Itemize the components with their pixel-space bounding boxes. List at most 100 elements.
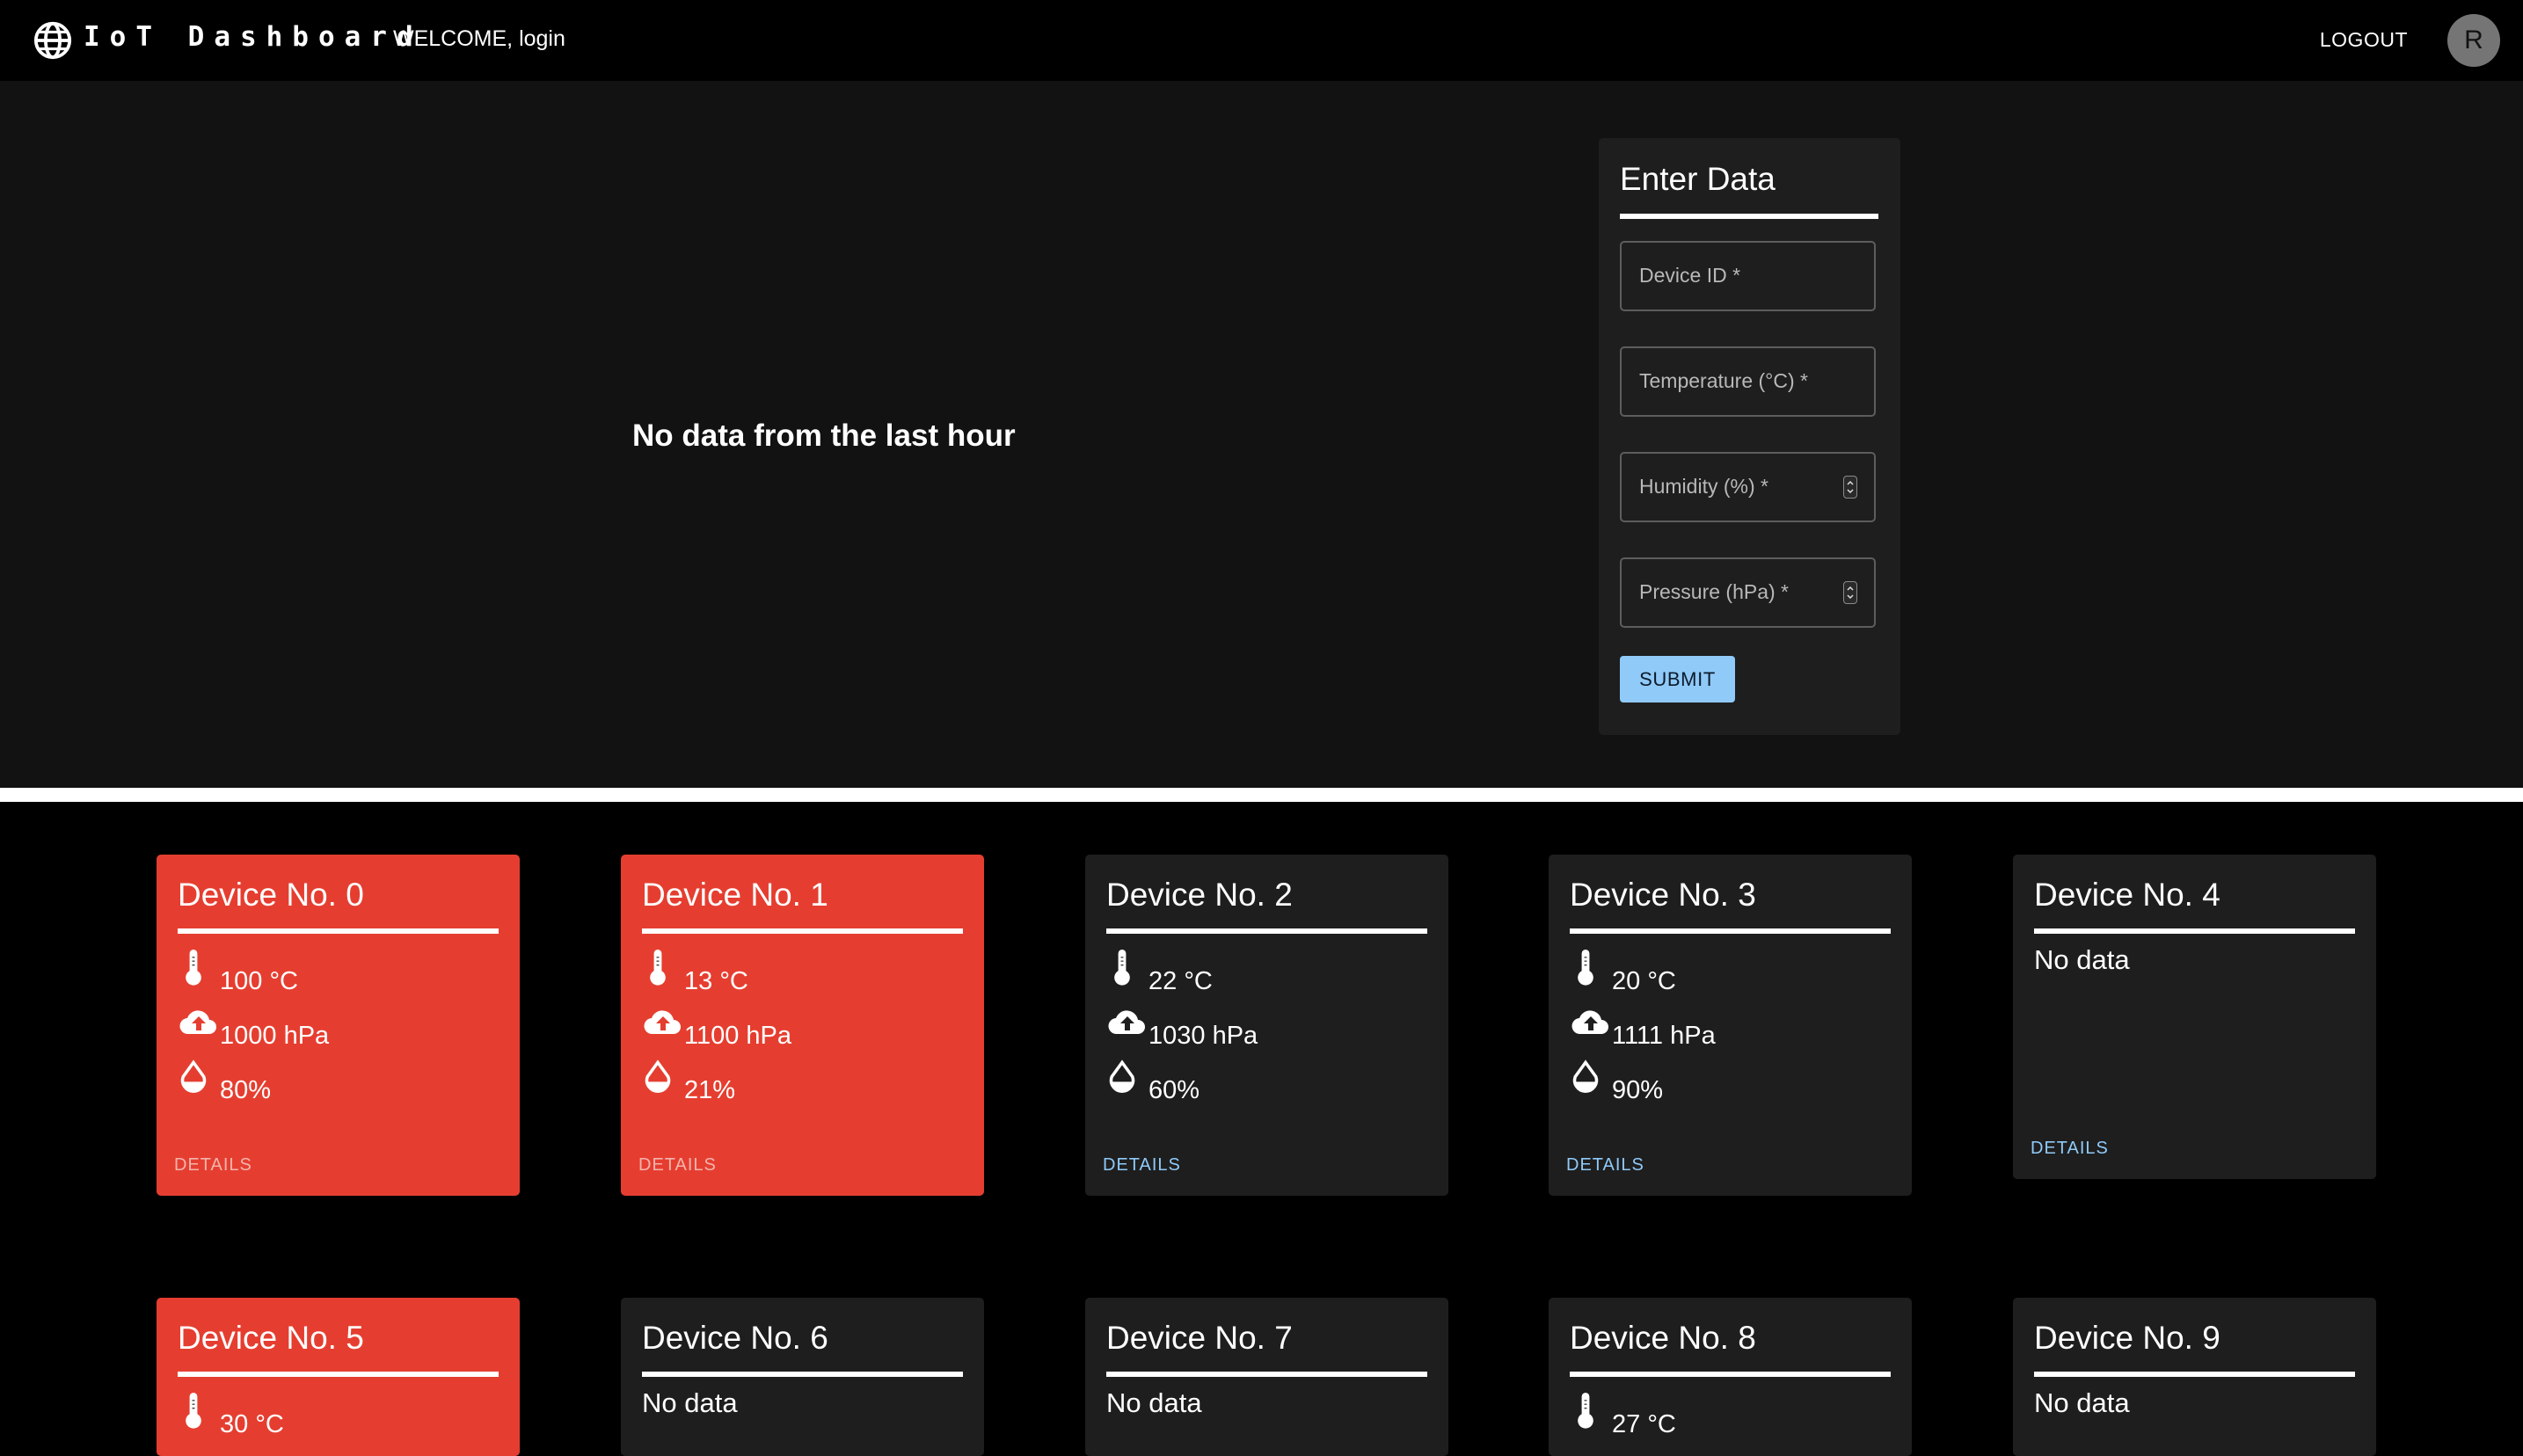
water-drop-icon xyxy=(645,1059,671,1093)
details-link[interactable]: DETAILS xyxy=(174,1155,252,1176)
humidity-reading: 21% xyxy=(642,1059,976,1104)
pressure-field[interactable]: Pressure (hPa) * xyxy=(1620,557,1876,628)
device-title: Device No. 7 xyxy=(1106,1320,1293,1356)
pressure-value: 1030 hPa xyxy=(1148,1022,1258,1050)
device-card-9: Device No. 9 No data xyxy=(2013,1298,2376,1456)
temperature-field[interactable]: Temperature (°C) * xyxy=(1620,346,1876,417)
thermometer-icon xyxy=(1114,950,1130,986)
water-drop-icon xyxy=(1109,1059,1135,1093)
pressure-value: 1000 hPa xyxy=(220,1022,330,1050)
device-title: Device No. 9 xyxy=(2034,1320,2220,1356)
pressure-reading: 1000 hPa xyxy=(178,1004,512,1050)
device-card-5: Device No. 5 30 °C xyxy=(157,1298,520,1456)
empty-chart-message: No data from the last hour xyxy=(632,419,1016,453)
thermometer-icon xyxy=(186,950,201,986)
details-link[interactable]: DETAILS xyxy=(1103,1155,1181,1176)
temperature-reading: 100 °C xyxy=(178,950,512,995)
device-title: Device No. 8 xyxy=(1570,1320,1756,1356)
device-card-3: Device No. 3 20 °C 1111 hPa 90% DETAILS xyxy=(1549,855,1912,1196)
logout-button[interactable]: LOGOUT xyxy=(2320,28,2408,52)
humidity-reading: 80% xyxy=(178,1059,512,1104)
thermometer-icon xyxy=(1578,1393,1593,1429)
cloud-upload-icon xyxy=(1571,1010,1608,1035)
globe-icon xyxy=(33,21,72,60)
device-card-6: Device No. 6 No data xyxy=(621,1298,984,1456)
device-title: Device No. 1 xyxy=(642,877,828,913)
pressure-label: Pressure (hPa) * xyxy=(1639,580,1790,603)
welcome-text: WELCOME, login xyxy=(393,26,565,51)
pressure-reading: 1030 hPa xyxy=(1106,1004,1440,1050)
pressure-stepper[interactable] xyxy=(1843,581,1857,604)
pressure-reading: 1111 hPa xyxy=(1570,1004,1904,1050)
card-divider xyxy=(178,928,499,934)
humidity-label: Humidity (%) * xyxy=(1639,475,1768,498)
humidity-value: 90% xyxy=(1612,1076,1664,1104)
humidity-value: 21% xyxy=(684,1076,736,1104)
device-card-8: Device No. 8 27 °C xyxy=(1549,1298,1912,1456)
thermometer-icon xyxy=(650,950,666,986)
device-card-1: Device No. 1 13 °C 1100 hPa 21% DETAILS xyxy=(621,855,984,1196)
water-drop-icon xyxy=(180,1059,207,1093)
details-link[interactable]: DETAILS xyxy=(2031,1139,2109,1159)
device-card-0: Device No. 0 100 °C 1000 hPa 80% DETAILS xyxy=(157,855,520,1196)
temperature-value: 20 °C xyxy=(1612,967,1676,995)
device-card-2: Device No. 2 22 °C 1030 hPa 60% DETAILS xyxy=(1085,855,1448,1196)
card-divider xyxy=(1106,1372,1427,1377)
app-bar: IoT Dashboard WELCOME, login LOGOUT R xyxy=(0,0,2523,81)
form-title: Enter Data xyxy=(1620,161,1776,197)
temperature-reading: 22 °C xyxy=(1106,950,1440,995)
thermometer-icon xyxy=(1578,950,1593,986)
device-card-4: Device No. 4 No data DETAILS xyxy=(2013,855,2376,1179)
overview-panel: No data from the last hour Enter Data De… xyxy=(0,81,2523,788)
cloud-upload-icon xyxy=(1108,1010,1145,1035)
card-divider xyxy=(2034,1372,2355,1377)
section-divider xyxy=(0,788,2523,802)
no-data-text: No data xyxy=(642,1387,738,1418)
temperature-reading: 30 °C xyxy=(178,1393,512,1438)
submit-button[interactable]: SUBMIT xyxy=(1620,656,1735,703)
thermometer-icon xyxy=(186,1393,201,1429)
humidity-reading: 90% xyxy=(1570,1059,1904,1104)
avatar[interactable]: R xyxy=(2447,14,2500,67)
temperature-value: 13 °C xyxy=(684,967,748,995)
temperature-reading: 27 °C xyxy=(1570,1393,1904,1438)
cloud-upload-icon xyxy=(179,1010,216,1035)
device-card-7: Device No. 7 No data xyxy=(1085,1298,1448,1456)
water-drop-icon xyxy=(1572,1059,1599,1093)
device-title: Device No. 5 xyxy=(178,1320,364,1356)
device-title: Device No. 4 xyxy=(2034,877,2220,913)
humidity-value: 80% xyxy=(220,1076,272,1104)
temperature-reading: 20 °C xyxy=(1570,950,1904,995)
temperature-value: 27 °C xyxy=(1612,1410,1676,1438)
app-title: IoT Dashboard xyxy=(84,21,423,53)
card-divider xyxy=(1570,928,1891,934)
form-title-divider xyxy=(1620,214,1878,219)
humidity-reading: 60% xyxy=(1106,1059,1440,1104)
device-title: Device No. 0 xyxy=(178,877,364,913)
device-title: Device No. 3 xyxy=(1570,877,1756,913)
no-data-text: No data xyxy=(2034,1387,2130,1418)
temperature-value: 100 °C xyxy=(220,967,298,995)
no-data-text: No data xyxy=(1106,1387,1202,1418)
humidity-stepper[interactable] xyxy=(1843,476,1857,499)
humidity-field[interactable]: Humidity (%) * xyxy=(1620,452,1876,522)
card-divider xyxy=(1570,1372,1891,1377)
cloud-upload-icon xyxy=(644,1010,681,1035)
temperature-reading: 13 °C xyxy=(642,950,976,995)
card-divider xyxy=(642,1372,963,1377)
card-divider xyxy=(178,1372,499,1377)
pressure-value: 1100 hPa xyxy=(684,1022,792,1050)
card-divider xyxy=(1106,928,1427,934)
pressure-value: 1111 hPa xyxy=(1612,1022,1716,1050)
device-id-label: Device ID * xyxy=(1639,264,1741,287)
humidity-value: 60% xyxy=(1148,1076,1200,1104)
details-link[interactable]: DETAILS xyxy=(1566,1155,1644,1176)
card-divider xyxy=(2034,928,2355,934)
no-data-text: No data xyxy=(2034,944,2130,975)
device-title: Device No. 6 xyxy=(642,1320,828,1356)
device-id-field[interactable]: Device ID * xyxy=(1620,241,1876,311)
details-link[interactable]: DETAILS xyxy=(638,1155,717,1176)
card-divider xyxy=(642,928,963,934)
temperature-value: 30 °C xyxy=(220,1410,284,1438)
device-title: Device No. 2 xyxy=(1106,877,1293,913)
